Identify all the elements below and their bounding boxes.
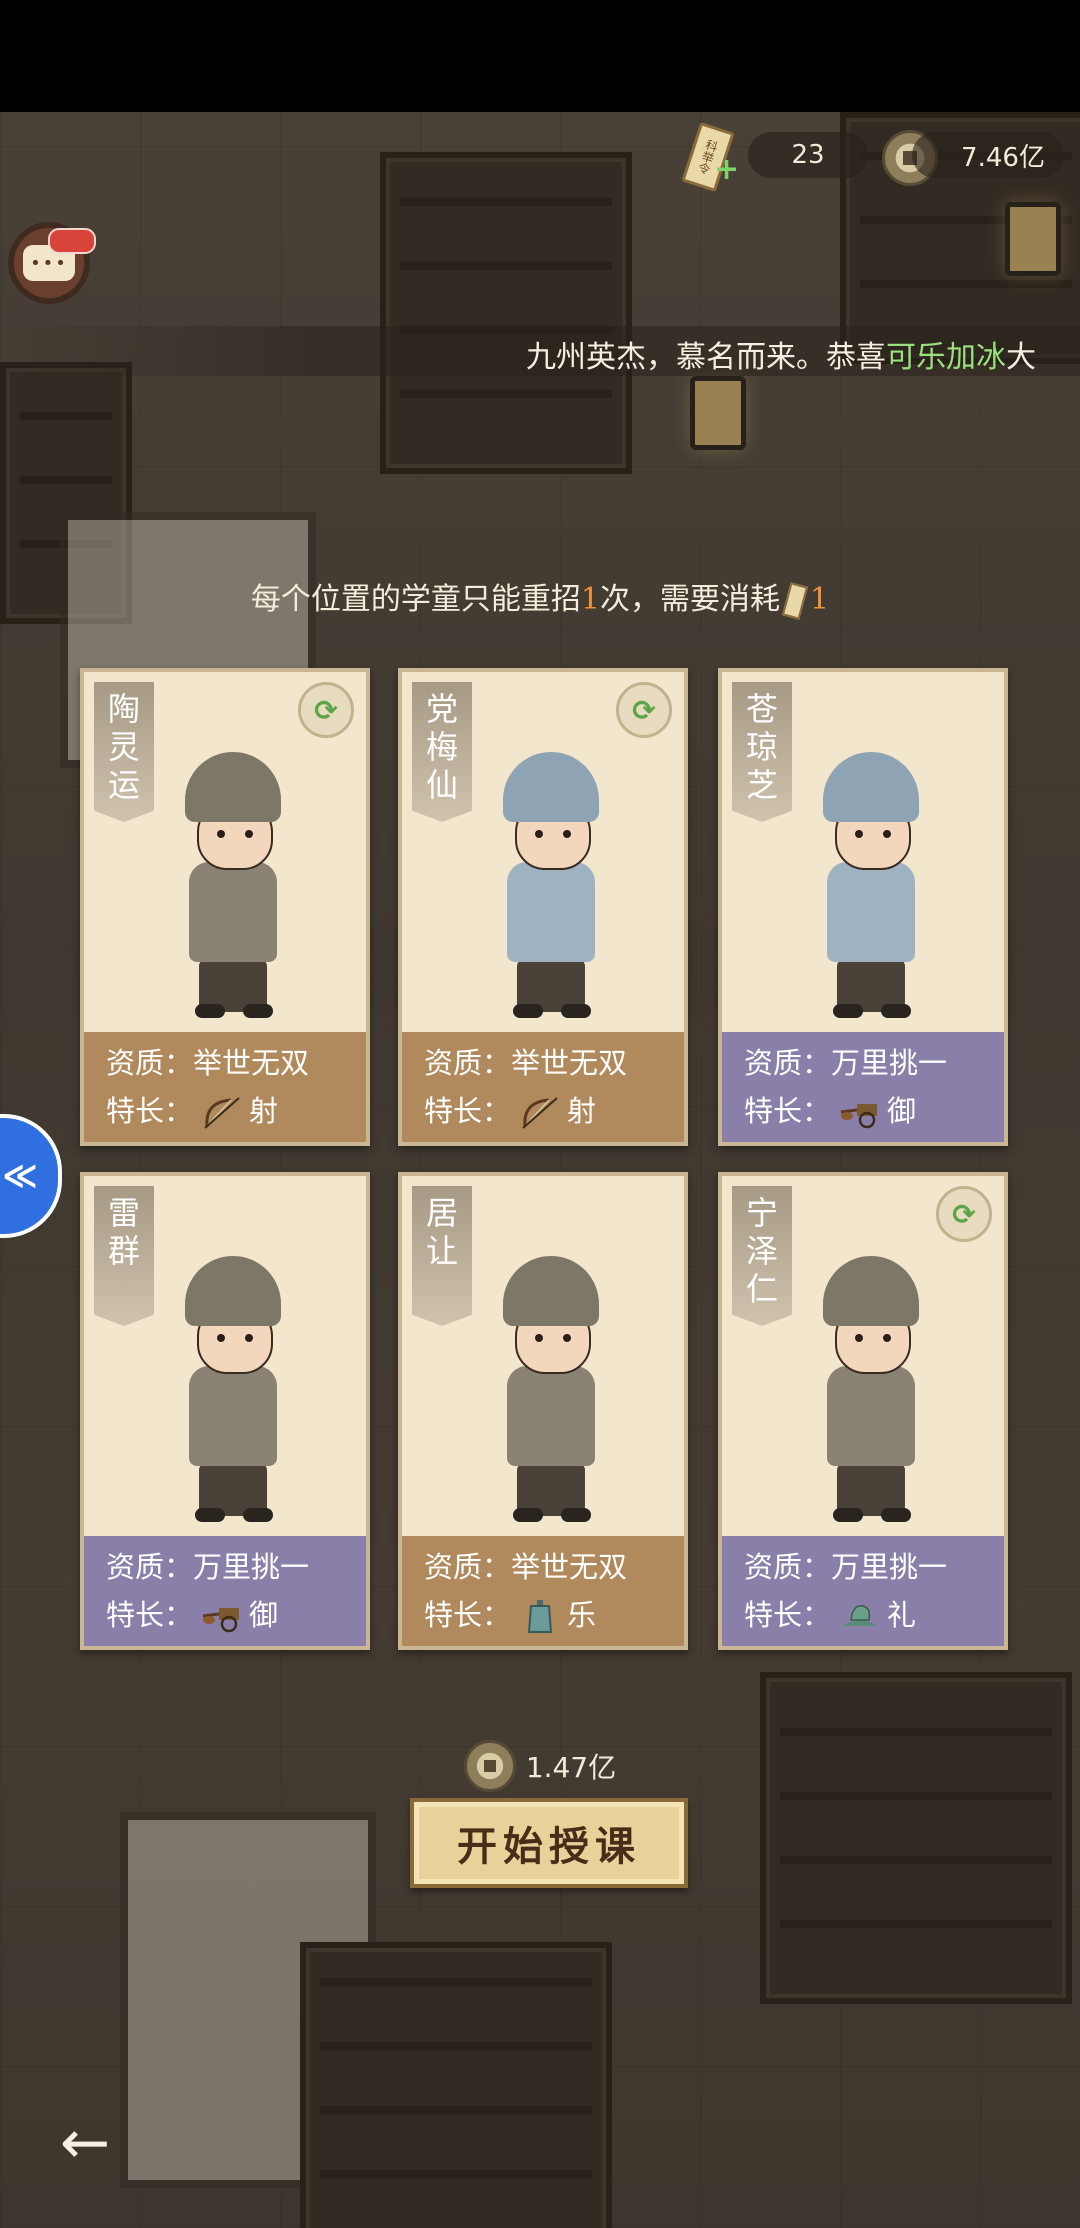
quality-label: 资质：	[424, 1046, 512, 1080]
refresh-icon[interactable]: ⟳	[616, 682, 672, 738]
quality-label: 资质：	[424, 1550, 512, 1584]
coin-count: 7.46亿	[912, 132, 1064, 178]
student-name: 陶灵运	[107, 690, 140, 804]
student-figure	[477, 1246, 627, 1536]
quality-value: 万里挑一	[193, 1550, 310, 1584]
quality-value: 万里挑一	[831, 1046, 948, 1080]
quality-row: 资质：万里挑一	[744, 1040, 947, 1082]
specialty-row: 特长： 御	[744, 1088, 916, 1130]
bookshelf	[300, 1942, 612, 2228]
chariot-icon	[839, 1096, 881, 1130]
specialty-value: 乐	[567, 1598, 597, 1632]
quality-row: 资质：万里挑一	[106, 1544, 309, 1586]
token-icon	[781, 582, 809, 620]
student-figure	[159, 742, 309, 1032]
specialty-value: 御	[887, 1094, 917, 1128]
recruit-notice: 每个位置的学童只能重招1次，需要消耗 1	[0, 574, 1080, 620]
student-portrait: 居让	[402, 1176, 684, 1536]
lesson-cost-value: 1.47亿	[525, 1751, 617, 1784]
student-portrait: 雷群	[84, 1176, 366, 1536]
quality-row: 资质：万里挑一	[744, 1544, 947, 1586]
specialty-label: 特长：	[744, 1094, 832, 1128]
bookshelf	[380, 152, 632, 474]
student-figure	[477, 742, 627, 1032]
lantern	[1005, 202, 1061, 276]
lesson-cost: 1.47亿	[0, 1740, 1080, 1792]
announcement-text: 九州英杰，慕名而来。恭喜可乐加冰大	[526, 340, 1036, 375]
specialty-value: 射	[567, 1094, 597, 1128]
student-card[interactable]: 居让资质：举世无双特长： 乐	[398, 1172, 688, 1650]
specialty-label: 特长：	[424, 1094, 512, 1128]
student-info: 资质：万里挑一特长： 御	[84, 1536, 366, 1646]
student-name: 党梅仙	[425, 690, 458, 804]
quality-row: 资质：举世无双	[424, 1544, 627, 1586]
student-figure	[797, 1246, 947, 1536]
quality-row: 资质：举世无双	[106, 1040, 309, 1082]
student-name: 宁泽仁	[745, 1194, 778, 1308]
student-portrait: 党梅仙 ⟳	[402, 672, 684, 1032]
student-figure	[159, 1246, 309, 1536]
specialty-label: 特长：	[106, 1598, 194, 1632]
specialty-label: 特长：	[744, 1598, 832, 1632]
student-portrait: 苍琼芝	[722, 672, 1004, 1032]
student-portrait: 宁泽仁 ⟳	[722, 1176, 1004, 1536]
student-info: 资质：万里挑一特长： 礼	[722, 1536, 1004, 1646]
add-token-button[interactable]: +	[714, 152, 739, 187]
student-card[interactable]: 陶灵运 ⟳ 资质：举世无双特长： 射	[80, 668, 370, 1146]
quality-value: 举世无双	[511, 1550, 628, 1584]
bow-icon	[519, 1096, 561, 1130]
student-card[interactable]: 苍琼芝资质：万里挑一特长： 御	[718, 668, 1008, 1146]
specialty-label: 特长：	[424, 1598, 512, 1632]
quality-value: 举世无双	[193, 1046, 310, 1080]
lantern	[690, 376, 746, 450]
game-scene	[0, 112, 1080, 2228]
student-card[interactable]: 党梅仙 ⟳ 资质：举世无双特长： 射	[398, 668, 688, 1146]
quality-value: 万里挑一	[831, 1550, 948, 1584]
specialty-row: 特长： 射	[424, 1088, 596, 1130]
specialty-value: 御	[249, 1598, 279, 1632]
student-info: 资质：举世无双特长： 射	[84, 1032, 366, 1142]
chariot-icon	[201, 1600, 243, 1634]
specialty-value: 射	[249, 1094, 279, 1128]
bookshelf	[760, 1672, 1072, 2004]
start-lesson-button[interactable]: 开始授课	[410, 1798, 688, 1888]
student-card[interactable]: 宁泽仁 ⟳ 资质：万里挑一特长： 礼	[718, 1172, 1008, 1650]
announcement-marquee: 九州英杰，慕名而来。恭喜可乐加冰大	[0, 326, 1080, 376]
quality-label: 资质：	[106, 1046, 194, 1080]
notification-badge	[48, 228, 96, 254]
token-count: 23	[748, 132, 868, 178]
quality-row: 资质：举世无双	[424, 1040, 627, 1082]
specialty-row: 特长： 乐	[424, 1592, 596, 1634]
specialty-row: 特长： 礼	[744, 1592, 916, 1634]
chat-button[interactable]: •••	[8, 222, 96, 304]
quality-label: 资质：	[106, 1550, 194, 1584]
refresh-icon[interactable]: ⟳	[936, 1186, 992, 1242]
specialty-value: 礼	[887, 1598, 917, 1632]
bow-icon	[201, 1096, 243, 1130]
student-figure	[797, 742, 947, 1032]
student-name: 苍琼芝	[745, 690, 778, 804]
student-portrait: 陶灵运 ⟳	[84, 672, 366, 1032]
quality-label: 资质：	[744, 1550, 832, 1584]
coin-icon	[463, 1740, 516, 1792]
status-bar	[0, 0, 1080, 112]
specialty-row: 特长： 射	[106, 1088, 278, 1130]
student-card[interactable]: 雷群资质：万里挑一特长： 御	[80, 1172, 370, 1650]
student-name: 雷群	[107, 1194, 140, 1270]
hat-icon	[839, 1600, 881, 1634]
specialty-label: 特长：	[106, 1094, 194, 1128]
student-info: 资质：举世无双特长： 射	[402, 1032, 684, 1142]
back-arrow-icon[interactable]: ←	[40, 2108, 130, 2178]
quality-value: 举世无双	[511, 1046, 628, 1080]
refresh-icon[interactable]: ⟳	[298, 682, 354, 738]
bell-icon	[519, 1600, 561, 1634]
specialty-row: 特长： 御	[106, 1592, 278, 1634]
student-info: 资质：举世无双特长： 乐	[402, 1536, 684, 1646]
quality-label: 资质：	[744, 1046, 832, 1080]
student-name: 居让	[425, 1194, 458, 1270]
student-info: 资质：万里挑一特长： 御	[722, 1032, 1004, 1142]
